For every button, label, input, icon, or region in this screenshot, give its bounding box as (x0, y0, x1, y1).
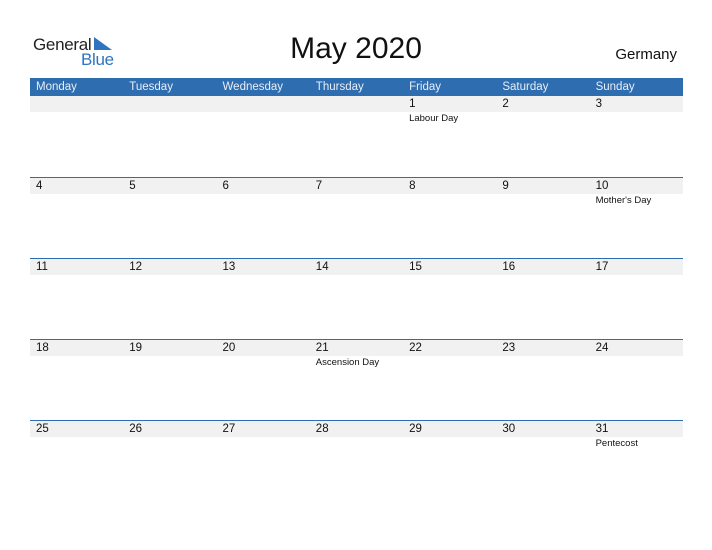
day-number: 23 (502, 342, 516, 354)
day-number: 13 (222, 261, 236, 273)
day-number: 9 (502, 180, 509, 192)
holiday-label (123, 194, 216, 208)
holiday-label (30, 437, 123, 451)
day-number: 26 (129, 423, 143, 435)
day-number: 31 (595, 423, 609, 435)
day-number: 12 (129, 261, 143, 273)
holiday-label (496, 356, 589, 370)
date-strip: 1 2 3 (30, 96, 683, 112)
day-number: 29 (409, 423, 422, 435)
holiday-label (123, 437, 216, 451)
holiday-label (217, 356, 310, 370)
holiday-label: Labour Day (409, 113, 459, 124)
day-number: 3 (595, 98, 602, 110)
weekday-friday: Friday (409, 81, 442, 93)
holiday-label (30, 356, 123, 370)
day-number: 1 (409, 98, 416, 110)
holiday-label (403, 194, 496, 208)
holiday-label (217, 437, 310, 451)
holiday-label (496, 112, 589, 126)
weekday-header: Monday Tuesday Wednesday Thursday Friday… (30, 78, 683, 96)
events-row: Ascension Day (30, 356, 683, 370)
holiday-label (310, 194, 403, 208)
date-strip: 11 12 13 14 15 16 17 (30, 259, 683, 275)
holiday-label (123, 112, 216, 126)
day-number: 15 (409, 261, 422, 273)
holiday-label (217, 112, 310, 126)
day-number: 24 (595, 342, 609, 354)
date-strip: 4 5 6 7 8 9 10 (30, 178, 683, 194)
day-number: 16 (502, 261, 516, 273)
holiday-label (310, 112, 403, 126)
day-number: 21 (315, 342, 329, 354)
holiday-label (590, 112, 683, 126)
holiday-label (496, 437, 589, 451)
holiday-label (496, 194, 589, 208)
holiday-label (590, 356, 683, 370)
date-strip: 25 26 27 28 29 30 31 (30, 421, 683, 437)
day-number: 11 (36, 261, 48, 273)
holiday-label (403, 437, 496, 451)
events-row: Labour Day (30, 112, 683, 126)
holiday-label (123, 356, 216, 370)
holiday-label: Pentecost (595, 438, 638, 449)
day-number: 17 (595, 261, 609, 273)
day-number (217, 96, 310, 112)
week-row: 11 12 13 14 15 16 17 (30, 258, 683, 339)
day-number: 27 (222, 423, 236, 435)
day-number: 10 (595, 180, 609, 192)
week-row: 4 5 6 7 8 9 10 Mother's Day (30, 177, 683, 258)
day-number: 2 (502, 98, 509, 110)
day-number: 4 (36, 180, 43, 192)
day-number: 5 (129, 180, 136, 192)
day-number: 18 (36, 342, 49, 354)
day-number: 22 (409, 342, 422, 354)
day-number (30, 96, 123, 112)
weekday-thursday: Thursday (315, 81, 364, 93)
week-row: 25 26 27 28 29 30 31 Pentecost (30, 420, 683, 501)
day-number: 6 (222, 180, 229, 192)
events-row: Mother's Day (30, 194, 683, 208)
day-number: 19 (129, 342, 143, 354)
weekday-sunday: Sunday (595, 81, 635, 93)
holiday-label (217, 194, 310, 208)
holiday-label (403, 356, 496, 370)
day-number: 30 (502, 423, 516, 435)
weekday-tuesday: Tuesday (129, 81, 173, 93)
week-row: 1 2 3 Labour Day (30, 96, 683, 177)
day-number (310, 96, 403, 112)
day-number: 7 (315, 180, 323, 192)
weekday-saturday: Saturday (502, 81, 549, 93)
holiday-label: Mother's Day (595, 195, 652, 206)
day-number: 28 (315, 423, 329, 435)
weekday-wednesday: Wednesday (222, 81, 284, 93)
weekday-monday: Monday (36, 81, 77, 93)
calendar-grid: Monday Tuesday Wednesday Thursday Friday… (30, 78, 683, 501)
events-row: Pentecost (30, 437, 683, 451)
day-number: 25 (36, 423, 49, 435)
day-number (123, 96, 216, 112)
day-number: 8 (409, 180, 416, 192)
page-title: May 2020 (290, 32, 422, 65)
holiday-label (30, 194, 123, 208)
date-strip: 18 19 20 21 22 23 24 (30, 340, 683, 356)
country-label: Germany (615, 46, 677, 63)
day-number: 20 (222, 342, 236, 354)
holiday-label (310, 437, 403, 451)
holiday-label: Ascension Day (315, 357, 380, 368)
holiday-label (30, 112, 123, 126)
week-row: 18 19 20 21 22 23 24 Ascension Day (30, 339, 683, 420)
day-number: 14 (315, 261, 329, 273)
